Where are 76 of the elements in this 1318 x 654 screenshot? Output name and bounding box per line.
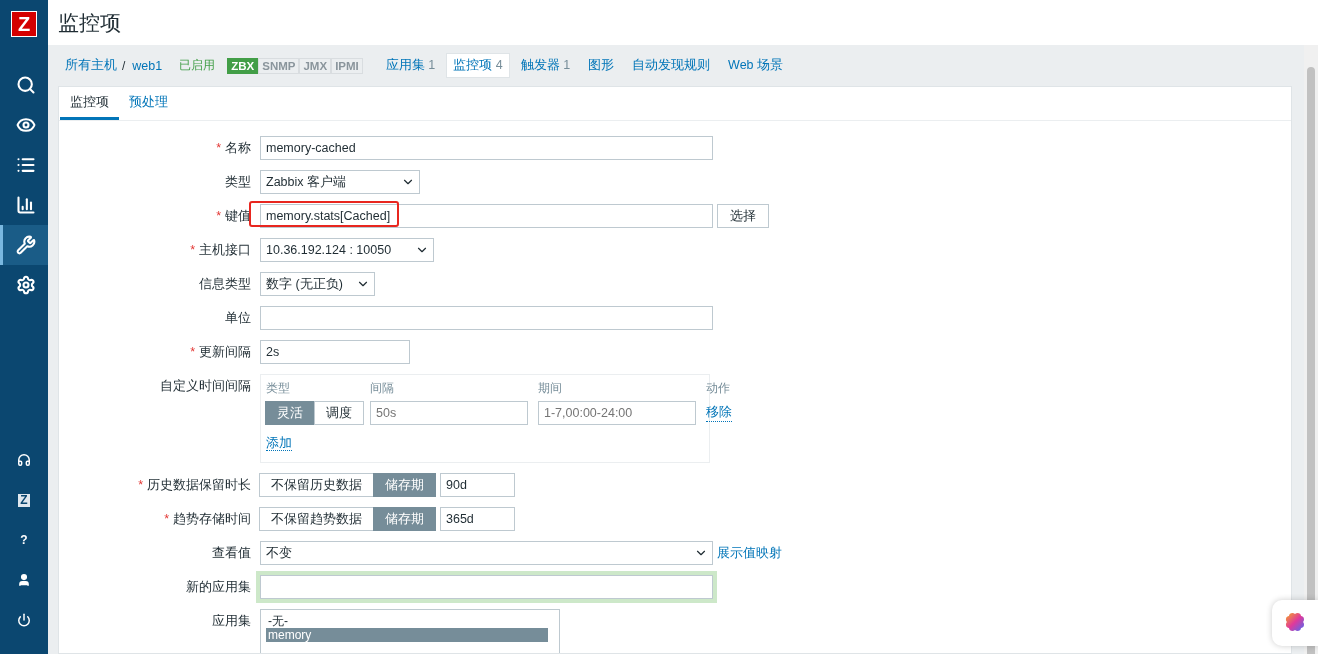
nav-tab[interactable]: 自动发现规则 — [625, 53, 718, 78]
settings-icon — [15, 275, 36, 295]
text-field[interactable]: memory-cached — [260, 136, 713, 160]
tab[interactable]: 预处理 — [119, 87, 178, 120]
period-field[interactable]: 1-7,00:00-24:00 — [538, 401, 696, 425]
field-label: * 名称 — [215, 140, 251, 157]
segment-button[interactable]: 不保留历史数据 — [259, 473, 374, 497]
availability-badge: ZBX — [227, 57, 259, 74]
required-mark: * — [164, 512, 169, 526]
logo[interactable]: Z — [11, 11, 37, 37]
link[interactable]: 展示值映射 — [717, 544, 782, 562]
text-field[interactable]: 90d — [440, 473, 515, 497]
add-link[interactable]: 添加 — [266, 436, 292, 451]
segment-button[interactable]: 不保留趋势数据 — [259, 507, 374, 531]
remove-link[interactable]: 移除 — [706, 404, 732, 422]
column-header: 间隔 — [370, 380, 395, 397]
status-label: 已启用 — [179, 57, 216, 74]
column-header: 类型 — [266, 380, 291, 397]
sidebar-item[interactable]: Z — [0, 480, 48, 520]
headset-icon — [17, 453, 31, 467]
wrench-icon — [15, 235, 36, 255]
sidebar-item[interactable] — [0, 225, 48, 265]
nav-tab[interactable]: 触发器 1 — [513, 53, 578, 78]
availability-badge: SNMP — [258, 57, 300, 74]
assistant-button[interactable] — [1272, 600, 1318, 646]
nav-tab[interactable]: 监控项 4 — [446, 53, 510, 78]
list-icon — [15, 155, 36, 175]
field-label: 新的应用集 — [185, 579, 251, 596]
power-icon — [17, 613, 31, 627]
field-label: * 键值 — [215, 208, 251, 225]
tab[interactable]: 监控项 — [60, 87, 119, 120]
select-button[interactable]: 选择 — [717, 204, 769, 228]
field-label: 应用集 — [211, 613, 251, 630]
segment-button[interactable]: 调度 — [314, 401, 364, 425]
column-header: 动作 — [706, 380, 731, 397]
breadcrumb-link[interactable]: 所有主机 — [65, 57, 117, 74]
text-field[interactable]: 2s — [260, 340, 410, 364]
required-mark: * — [216, 141, 221, 155]
required-mark: * — [190, 243, 195, 257]
text-field[interactable]: memory.stats[Cached] — [260, 204, 713, 228]
search-icon — [15, 75, 36, 95]
nav-tab[interactable]: 应用集 1 — [378, 53, 443, 78]
scrollbar[interactable] — [1304, 45, 1318, 654]
eye-icon — [15, 115, 36, 135]
availability-badge: IPMI — [331, 57, 363, 74]
field-label: 类型 — [224, 174, 251, 191]
text-field[interactable] — [260, 306, 713, 330]
field-label: 信息类型 — [198, 276, 251, 293]
field-label: * 历史数据保留时长 — [137, 477, 251, 494]
user-icon — [17, 573, 31, 587]
dropdown[interactable]: 不变 — [260, 541, 713, 565]
field-label: 自定义时间间隔 — [159, 378, 251, 395]
interval-field[interactable]: 50s — [370, 401, 528, 425]
sidebar-item[interactable]: ? — [0, 520, 48, 560]
field-label: * 更新间隔 — [189, 344, 251, 361]
availability-badge: JMX — [299, 57, 332, 74]
dropdown[interactable]: 10.36.192.124 : 10050 — [260, 238, 434, 262]
field-label: 单位 — [224, 310, 251, 327]
list-option[interactable]: -无- — [266, 614, 548, 628]
bar-chart-icon — [15, 195, 36, 215]
field-label: * 主机接口 — [189, 242, 251, 259]
dropdown[interactable]: 数字 (无正负) — [260, 272, 375, 296]
required-mark: * — [190, 345, 195, 359]
nav-tab[interactable]: 图形 — [581, 53, 622, 78]
column-header: 期间 — [538, 380, 563, 397]
page-title: 监控项 — [58, 9, 121, 36]
field-label: 查看值 — [211, 545, 251, 562]
required-mark: * — [216, 209, 221, 223]
required-mark: * — [138, 478, 143, 492]
list-box[interactable]: -无- memory — [260, 609, 560, 653]
text-field[interactable]: 365d — [440, 507, 515, 531]
dropdown[interactable]: Zabbix 客户端 — [260, 170, 420, 194]
nav-tab[interactable]: Web 场景 — [721, 53, 791, 78]
field-label: * 趋势存储时间 — [163, 511, 251, 528]
breadcrumb-separator: / — [122, 58, 126, 73]
breadcrumb-link[interactable]: web1 — [132, 58, 163, 73]
